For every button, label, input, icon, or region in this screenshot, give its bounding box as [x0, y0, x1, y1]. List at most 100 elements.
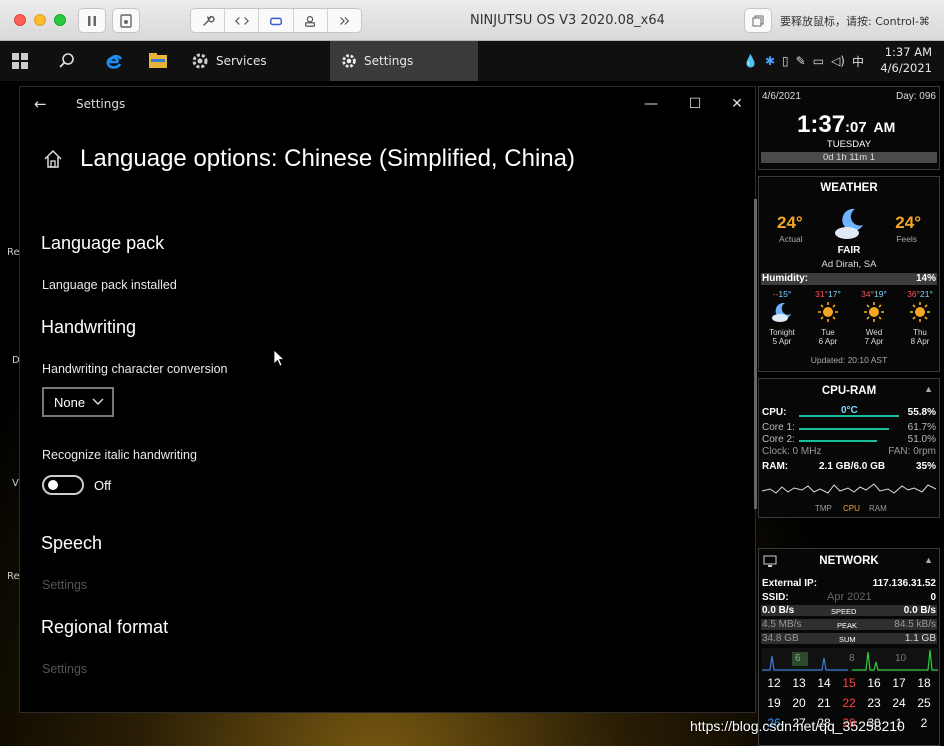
network-icon[interactable]: ▭ [813, 54, 824, 68]
release-mouse-button[interactable] [744, 8, 772, 33]
external-ip-value: 117.136.31.52 [872, 578, 936, 589]
ram-percent: 35% [915, 461, 936, 472]
close-button[interactable]: ✕ [722, 93, 752, 115]
start-button[interactable] [12, 41, 28, 81]
calendar-day[interactable]: 16 [862, 676, 886, 690]
weather-title: WEATHER [820, 182, 878, 194]
tab-ram[interactable]: RAM [869, 504, 887, 513]
volume-icon[interactable]: ◁) [831, 54, 845, 68]
more-button[interactable] [328, 9, 361, 32]
chevron-right-icon [340, 16, 350, 25]
home-icon[interactable] [42, 148, 64, 170]
collapse-icon[interactable]: ▲ [924, 384, 933, 394]
calendar-day[interactable]: 23 [862, 696, 886, 710]
background-window-fragment: Re [7, 571, 20, 582]
calendar-day[interactable]: 14 [812, 676, 836, 690]
settings-wrench-button[interactable] [191, 9, 226, 32]
speech-heading: Speech [41, 533, 103, 553]
calendar-day[interactable]: 21 [812, 696, 836, 710]
input-language[interactable]: 中 [852, 53, 864, 70]
pen-icon[interactable]: ✎ [796, 54, 806, 68]
regional-settings-button[interactable]: Settings [42, 662, 87, 676]
calendar-day[interactable]: 19 [762, 696, 786, 710]
sun-icon [818, 302, 838, 322]
network-widget: NETWORK ▲ External IP: 117.136.31.52 SSI… [758, 548, 940, 746]
collapse-icon[interactable]: ▲ [924, 555, 933, 565]
minimize-button[interactable]: — [636, 93, 666, 115]
core2-value: 51.0% [907, 434, 936, 445]
italic-handwriting-state: Off [94, 478, 112, 493]
forecast-high: 15° [778, 289, 792, 299]
forecast-day: 34°19° Wed 7 Apr [859, 289, 889, 346]
humidity-value: 14% [915, 273, 936, 284]
background-window-fragment: V [12, 478, 19, 489]
services-label: Services [216, 54, 267, 68]
calendar-day[interactable]: 24 [887, 696, 911, 710]
download-sum: 34.8 GB [762, 633, 799, 644]
sun-icon [864, 302, 884, 322]
minimize-window-button[interactable] [34, 14, 46, 26]
code-view-button[interactable] [225, 9, 260, 32]
handwriting-conversion-dropdown[interactable]: None [42, 387, 114, 417]
cpu-ram-title: CPU-RAM [821, 385, 877, 397]
maximize-button[interactable]: ☐ [680, 93, 710, 115]
calendar-day[interactable]: 22 [837, 696, 861, 710]
sun-icon [910, 302, 930, 322]
page-title: Language options: Chinese (Simplified, C… [80, 145, 575, 172]
sum-label: SUM [839, 635, 856, 644]
ssid-value: 0 [930, 592, 936, 603]
search-button[interactable] [58, 41, 76, 81]
forecast-day: 31°17° Tue 6 Apr [813, 289, 843, 346]
tab-cpu[interactable]: CPU [843, 504, 860, 513]
back-arrow-icon[interactable]: ← [34, 95, 47, 113]
release-mouse-hint: 要释放鼠标，请按: Control-⌘ [780, 15, 930, 28]
taskbar-clock[interactable]: 1:37 AM 4/6/2021 [880, 44, 932, 76]
background-window-fragment: Re [7, 247, 20, 258]
search-icon [59, 53, 74, 68]
speech-settings-button[interactable]: Settings [42, 578, 87, 592]
language-pack-status: Language pack installed [42, 278, 177, 292]
page-heading: Language options: Chinese (Simplified, C… [42, 145, 575, 173]
calendar-day[interactable]: 12 [762, 676, 786, 690]
calendar-day[interactable]: 25 [912, 696, 936, 710]
explorer-taskbar-button[interactable] [148, 41, 168, 81]
disk-button[interactable] [259, 9, 294, 32]
calendar-day[interactable]: 20 [787, 696, 811, 710]
host-titlebar: NINJUTSU OS V3 2020.08_x64 要释放鼠标，请按: Con… [0, 0, 944, 41]
edge-taskbar-button[interactable] [104, 41, 124, 81]
forecast-day-name: Thu [913, 328, 927, 337]
core1-bar [799, 428, 889, 430]
cpu-bar [799, 415, 899, 417]
calendar-day[interactable]: 18 [912, 676, 936, 690]
core2-bar [799, 440, 877, 442]
calendar-day[interactable]: 15 [837, 676, 861, 690]
gear-icon [342, 54, 356, 68]
snapshot-button[interactable] [112, 8, 140, 33]
close-window-button[interactable] [14, 14, 26, 26]
bluetooth-icon[interactable]: ✱ [765, 54, 775, 68]
cpu-clock: Clock: 0 MHz [762, 446, 822, 457]
calendar-day[interactable]: 17 [887, 676, 911, 690]
pause-vm-button[interactable] [78, 8, 106, 33]
scrollbar[interactable] [754, 199, 757, 509]
download-speed: 0.0 B/s [762, 605, 795, 616]
user-button[interactable] [294, 9, 328, 32]
tab-tmp[interactable]: TMP [815, 504, 832, 513]
services-taskbar-button[interactable]: Services [186, 41, 326, 81]
zoom-window-button[interactable] [54, 14, 66, 26]
calendar-day[interactable]: 13 [787, 676, 811, 690]
widget-date: 4/6/2021 [762, 91, 801, 102]
mouse-cursor-icon [273, 349, 285, 367]
calendar-day[interactable]: 2 [912, 716, 936, 730]
settings-taskbar-button[interactable]: Settings [330, 41, 478, 81]
forecast-date: 6 Apr [818, 337, 838, 346]
forecast-day-name: Wed [865, 328, 883, 337]
usb-icon[interactable]: ▯ [782, 54, 789, 68]
drop-icon[interactable]: 💧 [743, 54, 758, 68]
handwriting-conversion-value: None [54, 394, 86, 410]
ssid-label: SSID: [762, 592, 789, 603]
forecast-day-name: Tue [821, 328, 835, 337]
forecast-high: 17° [828, 289, 841, 299]
italic-handwriting-toggle[interactable] [42, 475, 84, 495]
handwriting-heading: Handwriting [41, 317, 137, 337]
